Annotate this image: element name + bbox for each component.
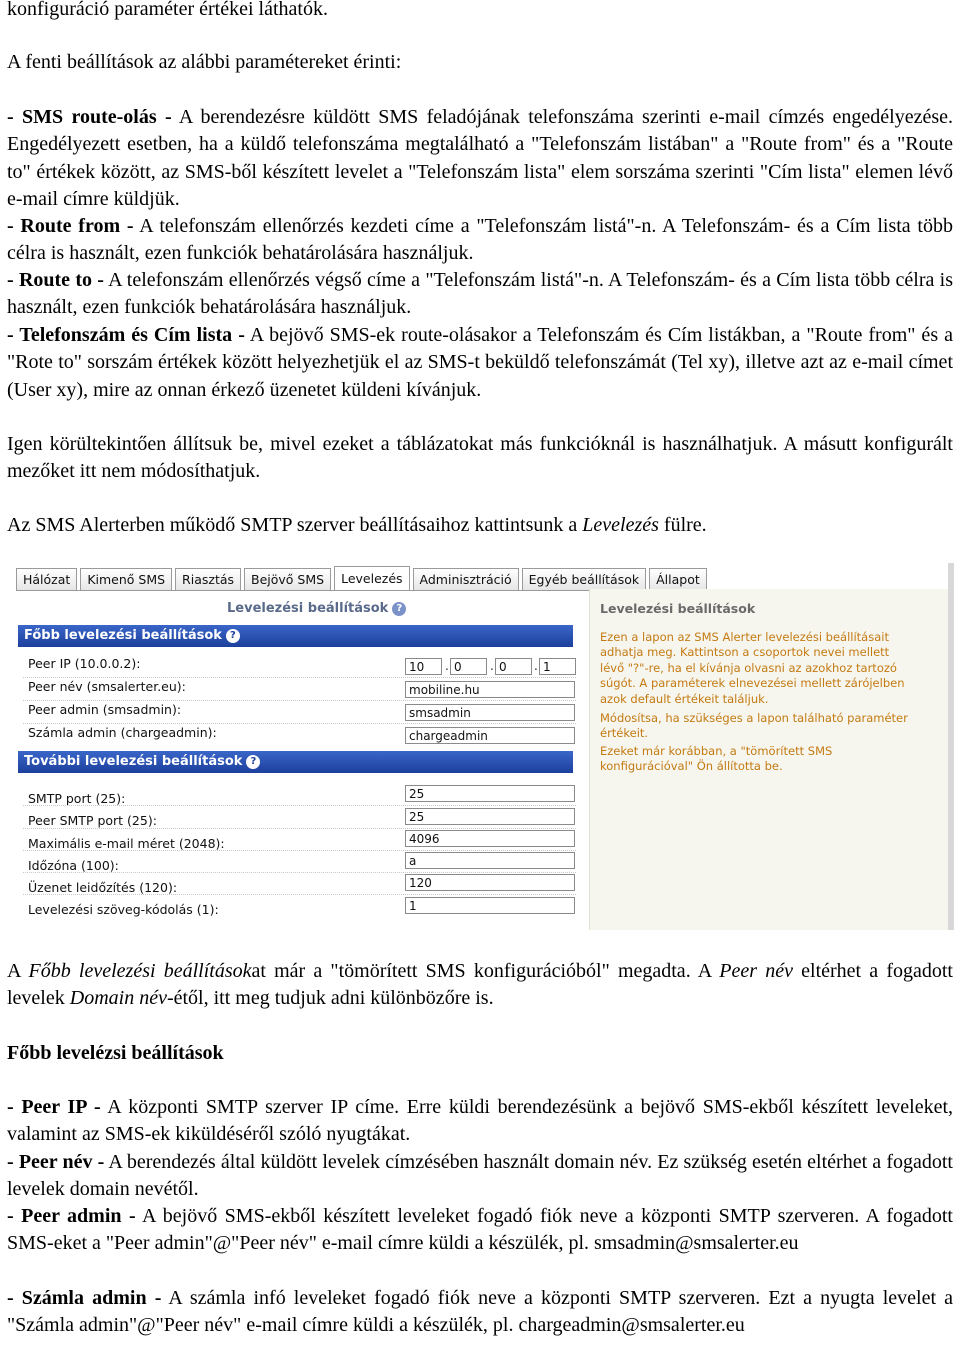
section-main-mail-settings: Főbb levelezési beállítások? — [18, 625, 573, 647]
page-title: Levelezési beállítások? — [227, 601, 407, 616]
param-sms-route: - SMS route-olás - A berendezésre küldöt… — [7, 104, 953, 213]
param-text: A telefonszám ellenőrzés végső címe a "T… — [7, 269, 953, 319]
row-divider — [23, 894, 576, 895]
section-additional-mail-settings: További levelezési beállítások? — [18, 751, 573, 773]
text-span: Főbb levelezési beállítások — [28, 960, 252, 982]
ip-dot: . — [445, 659, 449, 673]
text-span: at már a "tömörített SMS konfigurációból… — [251, 960, 720, 982]
param-term: - Route from - — [7, 215, 134, 237]
message-timeout-input[interactable] — [405, 874, 575, 891]
param-term: - SMS route-olás - — [7, 106, 172, 128]
text-span: -étől, itt meg tudjuk adni különbözőre i… — [166, 987, 494, 1010]
max-email-size-input[interactable] — [405, 830, 575, 847]
peer-ip-octet-3[interactable] — [495, 658, 532, 675]
tab-bejovo-sms[interactable]: Bejövő SMS — [244, 568, 332, 590]
smtp-intro-after: fülre. — [658, 514, 707, 536]
tab-halozat[interactable]: Hálózat — [16, 568, 78, 590]
text-span: Domain név — [69, 987, 167, 1010]
text-span: A — [7, 960, 29, 982]
section-title: Főbb levelezési beállítások — [24, 628, 222, 643]
peer-smtp-port-input[interactable] — [405, 808, 575, 825]
row-divider — [23, 700, 576, 701]
row-divider — [23, 677, 576, 678]
help-icon[interactable]: ? — [246, 754, 261, 769]
tab-adminisztracio[interactable]: Adminisztráció — [412, 568, 519, 590]
row-divider — [23, 723, 576, 724]
tab-kimeno-sms[interactable]: Kimenő SMS — [80, 568, 173, 590]
param-text: A telefonszám ellenőrzés kezdeti címe a … — [7, 215, 953, 265]
row-divider — [23, 828, 576, 829]
help-panel-text-3: Ezeket már korábban, a "tömörített SMS k… — [600, 744, 833, 774]
section-title: További levelezési beállítások — [24, 754, 243, 769]
param-route-to: - Route to - A telefonszám ellenőrzés vé… — [7, 267, 953, 322]
ip-dot: . — [534, 659, 538, 673]
param-term: - Telefonszám és Cím lista - — [7, 324, 245, 346]
param-text: A bejövő SMS-ekből készített leveleket f… — [7, 1205, 953, 1255]
param-peer-ip: - Peer IP - A központi SMTP szerver IP c… — [7, 1094, 953, 1149]
charge-admin-input[interactable] — [405, 727, 575, 744]
after-screenshot-text: A Főbb levelezési beállításokat már a "t… — [7, 958, 953, 1013]
section-heading: Főbb levelézsi beállítások — [7, 1040, 953, 1067]
tab-allapot[interactable]: Állapot — [649, 568, 707, 590]
panel-edge — [948, 563, 954, 930]
param-peer-name: - Peer név - A berendezés által küldött … — [7, 1149, 953, 1204]
param-peer-admin: - Peer admin - A bejövő SMS-ekből készít… — [7, 1203, 953, 1258]
peer-ip-octet-2[interactable] — [450, 658, 487, 675]
levelezes-tab-reference: Levelezés — [582, 514, 659, 536]
caution-text: Igen körültekintően állítsuk be, mivel e… — [7, 433, 953, 483]
peer-ip-octet-1[interactable] — [405, 658, 442, 675]
row-divider — [23, 850, 576, 851]
text-span: Peer név — [719, 960, 793, 982]
param-text: A központi SMTP szerver IP címe. Erre kü… — [7, 1096, 953, 1146]
row-divider — [23, 872, 576, 873]
text-encoding-input[interactable] — [405, 897, 575, 914]
message-timeout-label: Üzenet leidőzítés (120): — [28, 880, 178, 895]
param-term: - Route to - — [7, 269, 104, 291]
peer-admin-label: Peer admin (smsadmin): — [28, 702, 182, 717]
smtp-intro-before: Az SMS Alerterben működő SMTP szerver be… — [7, 514, 583, 536]
param-term: - Peer admin - — [7, 1205, 136, 1227]
intro-line: konfiguráció paraméter értékei láthatók. — [7, 0, 328, 20]
param-text: A berendezés által küldött levelek címzé… — [7, 1151, 953, 1201]
heading-text: Főbb levelézsi beállítások — [7, 1042, 224, 1064]
param-lists: - Telefonszám és Cím lista - A bejövő SM… — [7, 322, 953, 404]
peer-name-input[interactable] — [405, 681, 575, 698]
tab-riasztas[interactable]: Riasztás — [175, 568, 242, 590]
param-charge-admin: - Számla admin - A számla infó leveleket… — [7, 1285, 953, 1340]
max-email-size-label: Maximális e-mail méret (2048): — [28, 836, 225, 851]
affects-line: A fenti beállítások az alábbi paramétere… — [7, 51, 402, 73]
help-panel-title: Levelezési beállítások — [600, 601, 756, 616]
peer-ip-octet-4[interactable] — [539, 658, 576, 675]
smtp-port-label: SMTP port (25): — [28, 791, 126, 806]
timezone-input[interactable] — [405, 852, 575, 869]
smtp-intro: Az SMS Alerterben működő SMTP szerver be… — [7, 512, 953, 539]
param-term: - Peer IP - — [7, 1096, 101, 1118]
peer-name-label: Peer név (smsalerter.eu): — [28, 679, 186, 694]
param-term: - Peer név - — [7, 1151, 105, 1173]
page-title-text: Levelezési beállítások — [227, 601, 389, 616]
tab-divider — [16, 590, 601, 591]
help-icon[interactable]: ? — [225, 628, 240, 643]
help-panel: Levelezési beállítások Ezen a lapon az S… — [589, 589, 954, 930]
param-term: - Számla admin - — [7, 1287, 162, 1309]
row-divider — [23, 805, 576, 806]
text-encoding-label: Levelezési szöveg-kódolás (1): — [28, 902, 219, 917]
tab-levelezes[interactable]: Levelezés — [334, 566, 410, 591]
peer-admin-input[interactable] — [405, 704, 575, 721]
param-route-from: - Route from - A telefonszám ellenőrzés … — [7, 213, 953, 268]
help-panel-text-2: Módosítsa, ha szükséges a lapon találhat… — [600, 711, 908, 741]
tab-bar: Hálózat Kimenő SMS Riasztás Bejövő SMS L… — [16, 566, 710, 591]
peer-smtp-port-label: Peer SMTP port (25): — [28, 813, 157, 828]
help-panel-text-1: Ezen a lapon az SMS Alerter levelezési b… — [600, 630, 905, 706]
smtp-port-input[interactable] — [405, 785, 575, 802]
settings-screenshot: Hálózat Kimenő SMS Riasztás Bejövő SMS L… — [7, 563, 954, 930]
help-icon[interactable]: ? — [392, 601, 407, 616]
tab-egyeb-beallitasok[interactable]: Egyéb beállítások — [521, 568, 647, 590]
peer-ip-label: Peer IP (10.0.0.2): — [28, 656, 141, 671]
charge-admin-label: Számla admin (chargeadmin): — [28, 725, 217, 740]
timezone-label: Időzóna (100): — [28, 858, 119, 873]
ip-dot: . — [490, 659, 494, 673]
